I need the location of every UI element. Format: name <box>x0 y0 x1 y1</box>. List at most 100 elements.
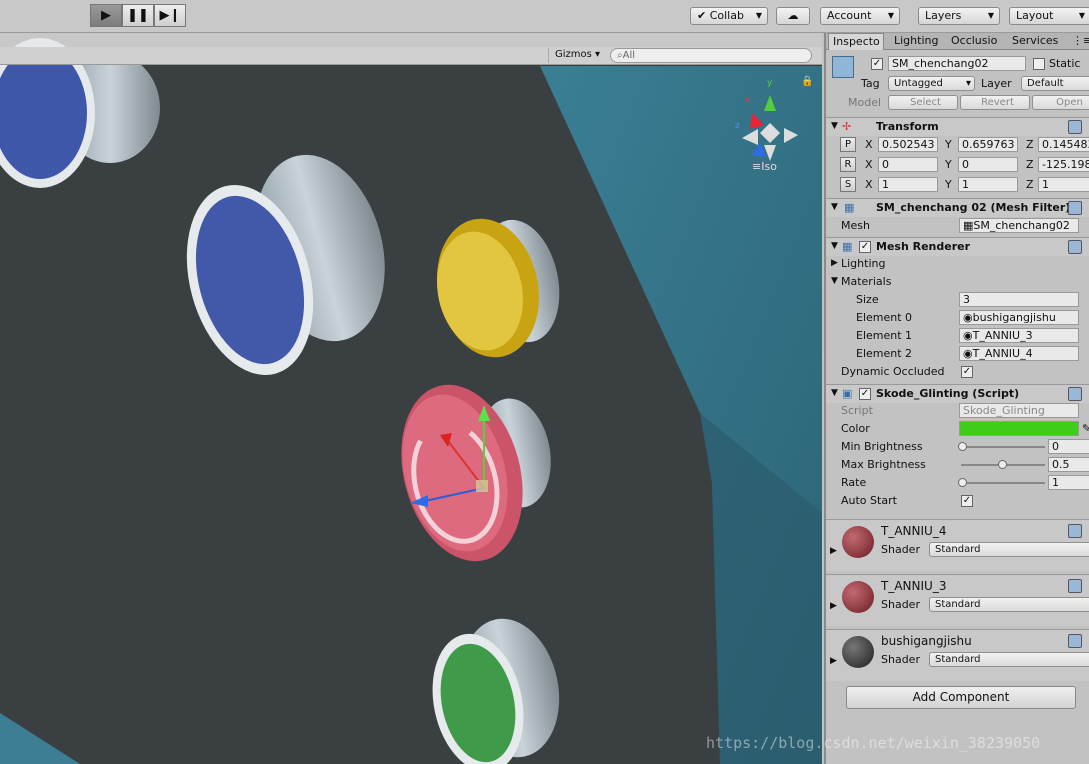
max-brightness-field[interactable]: 0.5 <box>1048 457 1089 472</box>
help-icon[interactable] <box>1068 524 1082 538</box>
scale-x-field[interactable]: 1 <box>878 177 938 192</box>
help-icon[interactable] <box>1068 120 1082 134</box>
element-1-row: Element 1 ◉T_ANNIU_3 <box>826 327 1089 345</box>
element-2-row: Element 2 ◉T_ANNIU_4 <box>826 345 1089 363</box>
model-open-button[interactable]: Open <box>1032 95 1089 110</box>
tab-occlusion[interactable]: Occlusio <box>947 33 1001 50</box>
script-header[interactable]: ▼ ▣ ✓ Skode_Glinting (Script) <box>826 384 1089 403</box>
element-1-field[interactable]: ◉T_ANNIU_3 <box>959 328 1079 343</box>
auto-start-row: Auto Start ✓ <box>841 494 973 507</box>
transform-header[interactable]: ▼ ✢ Transform <box>826 117 1089 136</box>
tab-lighting[interactable]: Lighting <box>890 33 942 50</box>
position-z-field[interactable]: 0.145483 <box>1038 137 1089 152</box>
layer-dropdown[interactable]: Default <box>1021 76 1089 91</box>
help-icon[interactable] <box>1068 634 1082 648</box>
mesh-filter-header[interactable]: ▼ ▦ SM_chenchang 02 (Mesh Filter) <box>826 198 1089 217</box>
min-brightness-slider[interactable] <box>958 442 1045 451</box>
step-button[interactable]: ▶❙ <box>154 4 186 27</box>
cloud-button[interactable]: ☁ <box>776 7 810 25</box>
color-swatch[interactable] <box>959 421 1079 436</box>
rotation-button[interactable]: R <box>840 157 856 172</box>
material-preview-icon <box>842 636 874 668</box>
dynamic-occluded-checkbox[interactable]: ✓ <box>961 366 973 378</box>
add-component-button[interactable]: Add Component <box>846 686 1076 709</box>
shader-dropdown[interactable]: Standard <box>929 597 1089 612</box>
slider-knob[interactable] <box>958 442 967 451</box>
materials-foldout[interactable]: ▼ Materials <box>826 273 1089 291</box>
tab-inspector[interactable]: Inspecto <box>828 33 884 50</box>
script-icon: ▣ <box>842 387 853 400</box>
scale-button[interactable]: S <box>840 177 856 192</box>
tag-dropdown[interactable]: Untagged ▾ <box>888 76 975 91</box>
scale-row: S X 1 Y 1 Z 1 <box>826 176 1089 194</box>
playback-controls: ▶ ❚❚ ▶❙ <box>90 4 186 27</box>
material-entry[interactable]: T_ANNIU_4 Shader Standard ▶ <box>826 519 1089 571</box>
materials-size-field[interactable]: 3 <box>959 292 1079 307</box>
material-entry[interactable]: T_ANNIU_3 Shader Standard ▶ <box>826 574 1089 626</box>
mesh-icon: ▦ <box>963 219 974 232</box>
min-brightness-field[interactable]: 0 <box>1048 439 1089 454</box>
scale-y-field[interactable]: 1 <box>958 177 1018 192</box>
lock-icon[interactable]: 🔒 <box>801 76 813 87</box>
help-icon[interactable] <box>1068 387 1082 401</box>
element-2-field[interactable]: ◉T_ANNIU_4 <box>959 346 1079 361</box>
help-icon[interactable] <box>1068 201 1082 215</box>
layer-label: Layer <box>981 77 1012 90</box>
model-select-button[interactable]: Select <box>888 95 958 110</box>
rate-field[interactable]: 1 <box>1048 475 1089 490</box>
script-field: Skode_Glinting <box>959 403 1079 418</box>
fold-right-icon: ▶ <box>831 258 838 268</box>
shader-dropdown[interactable]: Standard <box>929 542 1089 557</box>
mesh-renderer-header[interactable]: ▼ ▦ ✓ Mesh Renderer <box>826 237 1089 256</box>
help-icon[interactable] <box>1068 579 1082 593</box>
rotation-z-field[interactable]: -125.198 <box>1038 157 1089 172</box>
material-icon: ◉ <box>963 347 973 360</box>
tab-services[interactable]: Services <box>1008 33 1062 50</box>
scale-z-field[interactable]: 1 <box>1038 177 1089 192</box>
model-revert-button[interactable]: Revert <box>960 95 1030 110</box>
max-brightness-slider[interactable] <box>961 460 1045 469</box>
account-dropdown[interactable]: Account ▼ <box>820 7 900 25</box>
slider-knob[interactable] <box>998 460 1007 469</box>
gizmos-dropdown[interactable]: Gizmos ▾ <box>548 48 606 63</box>
layers-dropdown[interactable]: Layers ▼ <box>918 7 1000 25</box>
color-row: Color ✎ <box>826 420 1089 438</box>
mesh-renderer-enabled-checkbox[interactable]: ✓ <box>859 241 871 253</box>
script-row: Script Skode_Glinting <box>826 402 1089 420</box>
auto-start-checkbox[interactable]: ✓ <box>961 495 973 507</box>
position-button[interactable]: P <box>840 137 856 152</box>
fold-arrow-icon: ▼ <box>831 241 838 251</box>
mesh-field[interactable]: ▦SM_chenchang02 <box>959 218 1079 233</box>
panel-menu-icon[interactable]: ⋮≡ <box>1068 33 1089 50</box>
shader-dropdown[interactable]: Standard <box>929 652 1089 667</box>
active-checkbox[interactable]: ✓ <box>871 58 883 70</box>
scene-view[interactable]: Gizmos ▾ ⌕All y x z 🔒 ≡Iso <box>0 33 822 764</box>
slider-knob[interactable] <box>958 478 967 487</box>
position-y-field[interactable]: 0.659763 <box>958 137 1018 152</box>
script-enabled-checkbox[interactable]: ✓ <box>859 388 871 400</box>
layout-dropdown[interactable]: Layout ▼ <box>1009 7 1089 25</box>
pause-button[interactable]: ❚❚ <box>122 4 154 27</box>
projection-toggle[interactable]: ≡Iso <box>752 160 777 173</box>
rate-slider[interactable] <box>958 478 1045 487</box>
axis-x-label: x <box>745 95 751 105</box>
position-x-field[interactable]: 0.502543 <box>878 137 938 152</box>
collab-button[interactable]: ✔ Collab ▼ <box>690 7 768 25</box>
rotation-y-field[interactable]: 0 <box>958 157 1018 172</box>
material-icon: ◉ <box>963 329 973 342</box>
element-0-field[interactable]: ◉bushigangjishu <box>959 310 1079 325</box>
play-button[interactable]: ▶ <box>90 4 122 27</box>
material-entry[interactable]: bushigangjishu Shader Standard ▶ <box>826 629 1089 681</box>
check-icon: ✔ <box>697 9 707 22</box>
rotation-row: R X 0 Y 0 Z -125.198 <box>826 156 1089 174</box>
static-checkbox[interactable] <box>1033 58 1045 70</box>
eyedropper-icon[interactable]: ✎ <box>1082 420 1089 437</box>
blue-button <box>186 154 385 375</box>
mesh-renderer-title: Mesh Renderer <box>876 240 971 253</box>
tag-layer-row: Tag Untagged ▾ Layer Default <box>826 75 1089 93</box>
help-icon[interactable] <box>1068 240 1082 254</box>
scene-search-input[interactable]: ⌕All <box>610 48 812 63</box>
lighting-foldout[interactable]: ▶ Lighting <box>826 255 1089 273</box>
rotation-x-field[interactable]: 0 <box>878 157 938 172</box>
object-name-field[interactable]: SM_chenchang02 <box>888 56 1026 71</box>
